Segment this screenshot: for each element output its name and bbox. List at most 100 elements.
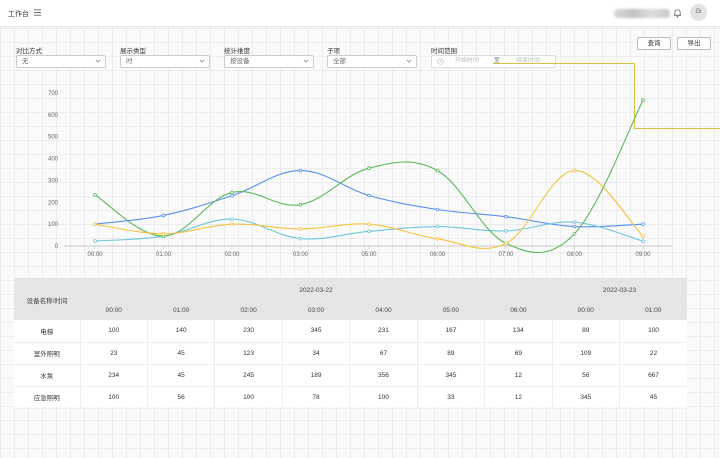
value-cell: 167 [417,320,486,343]
x-tick-label: 00:00 [87,252,103,258]
value-cell: 667 [619,364,687,387]
y-tick-label: 600 [48,113,59,119]
end-time-input[interactable]: 结束时间 [516,56,540,67]
x-tick-label: 08:00 [567,252,583,258]
avatar[interactable]: Gi [690,4,707,21]
chevron-down-icon [303,59,309,63]
data-point [367,222,371,226]
value-cell: 23 [80,342,148,365]
device-name-cell: 室外照明 [14,342,81,365]
data-point [641,239,645,243]
data-point [230,222,234,226]
data-point [93,239,97,243]
start-time-input[interactable]: 开始时间 [455,56,479,67]
range-separator: 至 [494,58,501,64]
y-tick-label: 700 [48,91,59,97]
value-cell: 33 [417,386,486,409]
export-button[interactable]: 导出 [677,37,711,50]
display-type-label: 展示类型 [120,48,146,55]
accent-line [493,63,634,64]
hour-header: 01:00 [147,301,215,320]
table-row: 应急照明 100 56 100 78 100 33 12 345 45 [14,386,687,409]
device-name-cell: 水泵 [14,364,81,387]
value-cell: 56 [147,386,216,409]
data-table: 设备名称/时间 2022-03-22 2022-03-23 00:00 01:00… [14,278,687,409]
display-type-value: 时 [126,58,133,65]
value-cell: 234 [80,364,148,387]
data-point [367,166,371,170]
date-header: 2022-03-23 [552,279,687,301]
value-cell: 345 [417,364,486,387]
data-point [504,241,508,246]
value-cell: 140 [147,320,216,343]
x-tick-label: 05:00 [361,252,377,258]
x-tick-label: 03:00 [293,252,309,258]
value-cell: 67 [349,342,418,365]
device-name-cell: 电梯 [14,320,81,343]
data-point [298,168,303,173]
value-cell: 109 [552,342,621,365]
value-cell: 45 [147,342,216,365]
menu-icon[interactable] [33,8,42,17]
bell-icon[interactable] [673,8,682,18]
date-header: 2022-03-22 [80,279,553,301]
query-button[interactable]: 查询 [637,37,671,50]
clock-icon [437,58,444,65]
y-tick-label: 0 [55,244,59,250]
compare-mode-label: 对比方式 [16,48,42,55]
display-type-select[interactable]: 时 [120,55,210,68]
data-point [435,224,440,229]
data-point [504,214,508,219]
value-cell: 12 [484,364,553,387]
data-point [93,222,97,226]
data-point [641,222,645,226]
value-cell: 12 [484,386,553,409]
table-row: 室外照明 23 45 123 34 67 89 69 109 22 [14,342,687,365]
energy-line-chart: 0 100 200 300 400 500 600 700 00:00 01:00 02:00 03:… [48,91,672,258]
value-cell: 45 [147,364,216,387]
data-point [435,168,440,173]
x-tick-label: 06:00 [430,252,446,258]
stat-dimension-select[interactable]: 按设备 [224,55,314,68]
x-tick-label: 07:00 [498,252,514,258]
hour-header: 05:00 [417,301,485,320]
hour-header: 00:00 [552,301,620,320]
compare-mode-select[interactable]: 无 [16,55,106,68]
y-tick-label: 400 [48,157,59,163]
device-name-cell: 应急照明 [14,386,81,409]
data-point [641,98,645,103]
app-title: 工作台 [8,11,29,18]
value-cell: 22 [619,342,687,365]
value-cell: 123 [214,342,283,365]
y-tick-label: 100 [48,222,59,228]
stat-dimension-value: 按设备 [230,58,250,65]
data-point [504,229,508,233]
value-cell: 89 [417,342,486,365]
hour-header: 06:00 [484,301,553,320]
x-tick-label: 09:00 [635,252,651,258]
value-cell: 34 [282,342,351,365]
value-cell: 134 [484,320,553,343]
data-point [230,217,234,221]
value-cell: 69 [484,342,553,365]
chevron-down-icon [199,59,205,63]
chevron-down-icon [406,59,412,63]
data-point [298,202,303,207]
sub-item-label: 子项 [327,48,340,55]
time-range-picker[interactable]: 开始时间 至 结束时间 [431,55,556,68]
data-point [641,234,645,238]
x-tick-label: 02:00 [224,252,240,258]
value-cell: 345 [552,386,621,409]
time-range-label: 时间范围 [431,48,457,55]
data-point [572,220,577,224]
data-point [161,231,166,236]
y-tick-label: 300 [48,178,59,184]
value-cell: 100 [80,320,148,343]
data-point [367,193,371,198]
sub-item-select[interactable]: 全部 [327,55,417,68]
data-point [161,213,166,218]
data-point [93,193,97,197]
data-point [435,236,440,241]
table-row: 水泵 234 45 245 189 356 345 12 56 667 [14,364,687,387]
value-cell: 100 [80,386,148,409]
